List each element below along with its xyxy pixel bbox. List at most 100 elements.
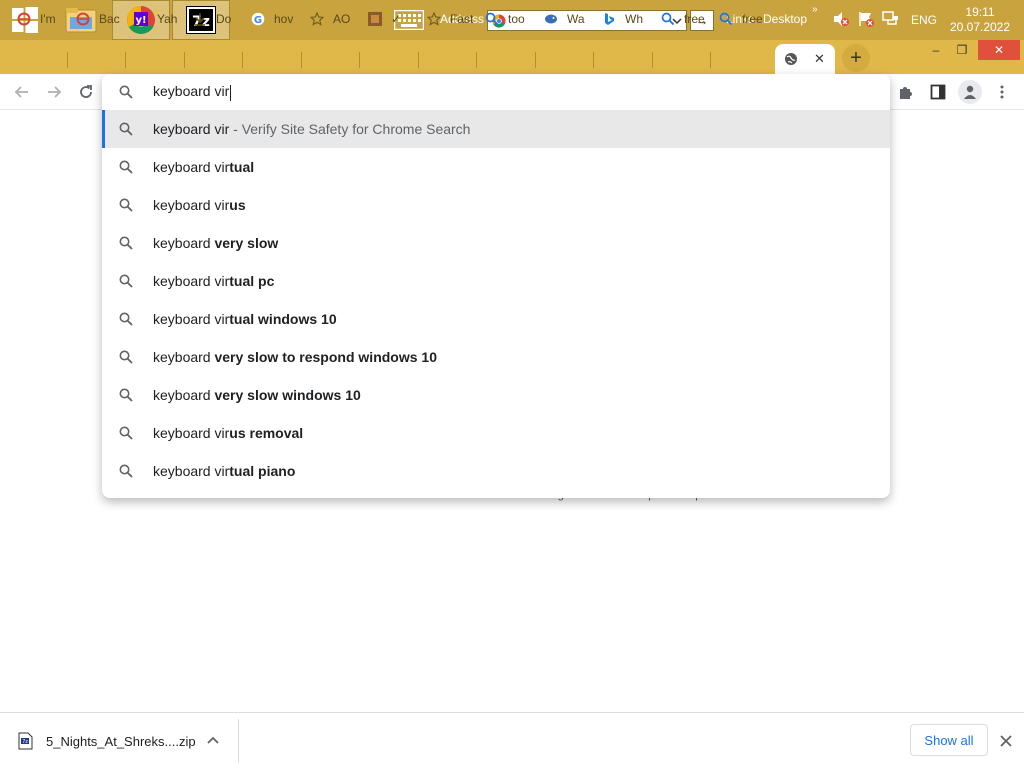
suggestion-item[interactable]: keyboard virus removal <box>102 414 890 452</box>
text-caret <box>230 84 232 101</box>
puzzle-icon <box>900 87 912 99</box>
tab-2[interactable]: Bac <box>71 5 123 33</box>
star-icon <box>427 12 441 26</box>
tab-label: Wh <box>625 12 643 26</box>
search-icon <box>119 274 133 288</box>
suggestion-item[interactable]: keyboard vir - Verify Site Safety for Ch… <box>102 110 890 148</box>
maximize-button[interactable]: ❐ <box>942 40 982 60</box>
search-icon <box>661 12 675 26</box>
omnibox-dropdown: keyboard vir keyboard vir - Verify Site … <box>102 74 890 498</box>
tab-5[interactable]: Ghov <box>246 5 298 33</box>
tab-separator <box>301 52 302 68</box>
input-language-indicator[interactable]: ENG <box>911 13 937 27</box>
tab-11[interactable]: Wh <box>597 5 649 33</box>
suggestion-item[interactable]: keyboard virtual <box>102 148 890 186</box>
tab-separator <box>710 52 711 68</box>
tab-label: hov <box>274 12 294 26</box>
suggestion-typed: keyboard vir <box>153 273 230 289</box>
active-tab[interactable]: ✕ <box>775 44 835 74</box>
kebab-menu-icon <box>1000 85 1004 99</box>
arrow-right-icon <box>48 86 62 98</box>
tab-label: AO <box>333 12 351 26</box>
show-all-label: Show all <box>924 732 974 748</box>
tab-separator <box>184 52 185 68</box>
suggestion-item[interactable]: keyboard very slow to respond windows 10 <box>102 338 890 376</box>
suggestion-item[interactable]: keyboard virtual piano <box>102 452 890 490</box>
suggestion-typed: keyboard vir <box>153 159 230 175</box>
tab-separator <box>67 52 68 68</box>
suggestion-item[interactable]: keyboard virtual windows 10 <box>102 300 890 338</box>
desktop-toolbar-label[interactable]: Desktop <box>763 12 807 26</box>
suggestion-typed: keyboard vir <box>153 197 230 213</box>
minimize-icon: – <box>932 43 940 57</box>
close-icon[interactable] <box>997 732 1015 750</box>
extensions-button[interactable] <box>896 82 916 102</box>
volume-muted-icon[interactable] <box>832 10 850 28</box>
search-icon <box>119 198 133 212</box>
tab-label: free <box>684 12 705 26</box>
tab-3[interactable]: y! Yah <box>129 5 181 33</box>
system-clock[interactable]: 19:11 20.07.2022 <box>948 5 1012 35</box>
tab-9[interactable]: too <box>480 5 532 33</box>
globe-icon <box>785 53 797 65</box>
tab-label: Wa <box>567 12 585 26</box>
toolbar-overflow-chevron[interactable]: » <box>812 4 818 15</box>
tab-label: Fast <box>450 12 474 26</box>
suggestion-item[interactable]: keyboard very slow <box>102 224 890 262</box>
tab-separator <box>242 52 243 68</box>
suggestion-text: keyboard vir - Verify Site Safety for Ch… <box>153 121 470 137</box>
download-item[interactable]: 7z 5_Nights_At_Shreks....zip <box>16 727 196 755</box>
network-icon[interactable] <box>881 10 899 28</box>
suggestion-completion: very slow to respond windows 10 <box>214 349 437 365</box>
back-button[interactable] <box>12 82 32 102</box>
show-all-downloads-button[interactable]: Show all <box>910 724 988 756</box>
menu-button[interactable] <box>992 82 1012 102</box>
tab-separator <box>359 52 360 68</box>
suggestion-text: keyboard virtual pc <box>153 273 274 289</box>
google-icon: G <box>251 12 265 26</box>
suggestion-item[interactable]: keyboard virus <box>102 186 890 224</box>
omnibox-input[interactable]: keyboard vir <box>102 74 890 110</box>
download-icon <box>193 12 207 26</box>
bing-icon <box>602 12 616 26</box>
tab-1[interactable]: I'm <box>12 5 64 33</box>
tab-8[interactable]: Fast <box>422 5 474 33</box>
suggestion-completion: tual piano <box>229 463 296 479</box>
tab-10[interactable]: Wa <box>539 5 591 33</box>
tab-6[interactable]: AO <box>305 5 357 33</box>
search-icon <box>119 464 133 478</box>
suggestion-completion: us <box>229 197 246 213</box>
close-window-button[interactable]: ✕ <box>978 40 1020 60</box>
search-icon <box>119 236 133 250</box>
suggestion-item[interactable]: keyboard very slow windows 10 <box>102 376 890 414</box>
suggestion-completion: very slow <box>214 235 279 251</box>
arrow-left-icon <box>14 86 28 98</box>
tab-4[interactable]: Do <box>188 5 240 33</box>
suggestion-text: keyboard virus removal <box>153 425 303 441</box>
tab-7[interactable]: ✓ <box>363 5 415 33</box>
active-tab-close-button[interactable]: ✕ <box>814 51 825 67</box>
download-separator <box>238 719 239 763</box>
download-file-name: 5_Nights_At_Shreks....zip <box>46 733 196 749</box>
suggestion-item[interactable]: keyboard virtual pc <box>102 262 890 300</box>
tab-13[interactable]: free <box>714 5 766 33</box>
suggestion-typed: keyboard vir <box>153 463 230 479</box>
avatar-icon <box>964 85 976 99</box>
forward-button[interactable] <box>44 82 64 102</box>
reload-button[interactable] <box>76 82 96 102</box>
tab-12[interactable]: free <box>656 5 708 33</box>
suggestion-typed: keyboard <box>153 235 215 251</box>
search-icon <box>119 122 133 136</box>
side-panel-button[interactable] <box>928 82 948 102</box>
suggestion-completion: tual windows 10 <box>229 311 337 327</box>
flag-alert-icon[interactable] <box>857 10 875 28</box>
search-icon <box>485 12 499 26</box>
restore-icon: ❐ <box>956 43 968 57</box>
new-tab-button[interactable]: + <box>842 44 870 72</box>
suggestion-text: keyboard virtual <box>153 159 254 175</box>
profile-button[interactable] <box>958 80 982 104</box>
tab-label: too <box>508 12 525 26</box>
zip-file-icon: 7z <box>18 732 33 750</box>
chevron-up-icon[interactable] <box>206 733 220 747</box>
tab-separator <box>593 52 594 68</box>
